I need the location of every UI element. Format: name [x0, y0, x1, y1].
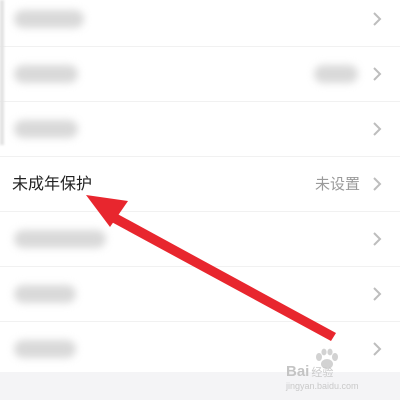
chevron-right-icon — [373, 177, 382, 191]
chevron-right-icon — [373, 122, 382, 136]
settings-row-blurred-5[interactable] — [0, 267, 400, 322]
row-value: 未设置 — [314, 175, 360, 193]
chevron-right-icon — [373, 287, 382, 301]
blurred-label — [14, 230, 106, 248]
chevron-right-icon — [373, 232, 382, 246]
row-label: 未成年保护 — [12, 174, 93, 193]
settings-row-blurred-1[interactable] — [0, 0, 400, 47]
settings-list: 未成年保护 未设置 — [0, 0, 400, 372]
blurred-label — [14, 10, 84, 28]
chevron-right-icon — [373, 342, 382, 356]
left-edge-shadow — [0, 0, 4, 145]
blurred-label — [14, 285, 76, 303]
settings-row-minor-protection[interactable]: 未成年保护 未设置 — [0, 157, 400, 212]
blurred-value — [314, 65, 358, 83]
blurred-label — [14, 340, 76, 358]
chevron-right-icon — [373, 12, 382, 26]
settings-row-blurred-4[interactable] — [0, 212, 400, 267]
settings-row-blurred-6[interactable] — [0, 322, 400, 377]
blurred-label — [14, 120, 78, 138]
bottom-band — [0, 372, 400, 400]
settings-row-blurred-2[interactable] — [0, 47, 400, 102]
chevron-right-icon — [373, 67, 382, 81]
blurred-label — [14, 65, 78, 83]
settings-row-blurred-3[interactable] — [0, 102, 400, 157]
